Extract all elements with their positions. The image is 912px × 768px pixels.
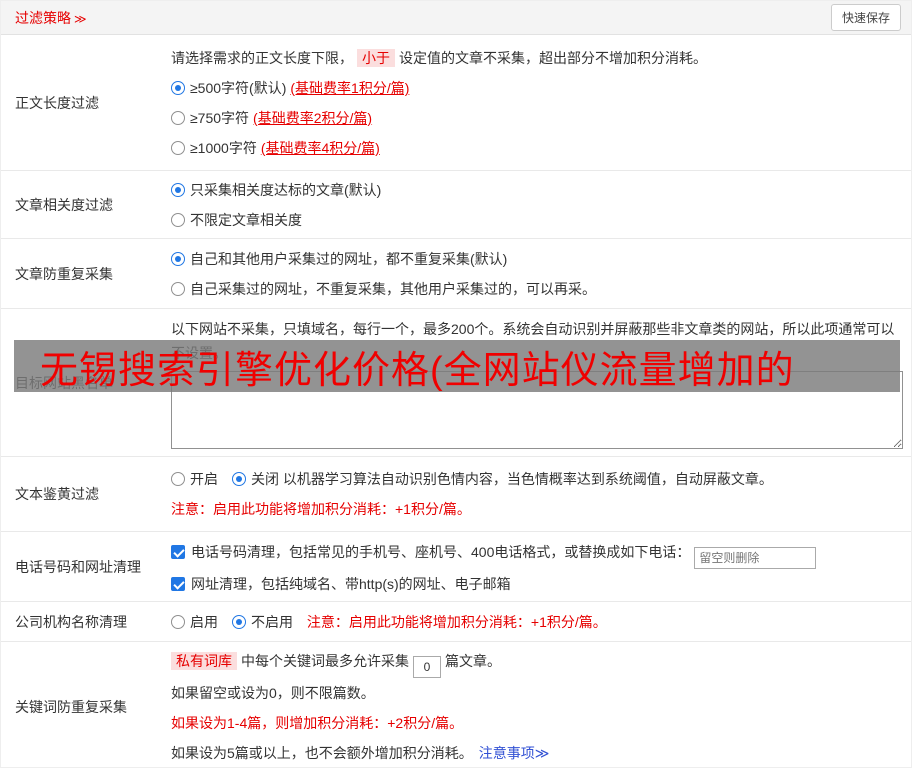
rate-note-500: (基础费率1积分/篇) [290,80,410,96]
radio-label-porn-off[interactable]: 关闭 [251,471,279,487]
body-length-intro: 请选择需求的正文长度下限， 小于 设定值的文章不采集，超出部分不增加积分消耗。 [171,43,903,73]
radio-icon-500[interactable] [171,81,185,95]
quick-save-button[interactable]: 快速保存 [830,4,901,31]
company-cleanup-options: 启用 不启用 注意：启用此功能将增加积分消耗：+1积分/篇。 [171,607,903,637]
keyword-dedup-label: 关键词防重复采集 [15,698,127,715]
radio-icon-company-off[interactable] [232,615,246,629]
keyword-limit-input[interactable] [413,656,441,678]
row-body-length-filter: 正文长度过滤 请选择需求的正文长度下限， 小于 设定值的文章不采集，超出部分不增加积… [1,35,911,171]
phone-url-label: 电话号码和网址清理 [15,558,141,575]
radio-option-750[interactable]: ≥750字符 (基础费率2积分/篇) [171,103,903,133]
keyword-note-unlimited: 如果留空或设为0，则不限篇数。 [171,685,375,701]
less-than-chip: 小于 [357,49,395,67]
relevance-label: 文章相关度过滤 [15,196,113,213]
rate-note-1000: (基础费率4积分/篇) [260,140,380,156]
radio-label-750[interactable]: ≥750字符 [190,110,249,126]
rate-note-750: (基础费率2积分/篇) [253,110,373,126]
url-cleanup-option[interactable]: 网址清理，包括纯域名、带http(s)的网址、电子邮箱 [171,569,903,599]
replacement-phone-input[interactable] [694,547,817,569]
porn-filter-options: 开启 关闭 以机器学习算法自动识别色情内容，当色情概率达到系统阈值，自动屏蔽文章。 [171,464,903,494]
checkbox-label-phone-cleanup[interactable]: 电话号码清理，包括常见的手机号、座机号、400电话格式，或替换成如下电话： [191,544,690,560]
radio-icon-dedup-self[interactable] [171,282,185,296]
keyword-limit-line: 私有词库中每个关键词最多允许采集 篇文章。 [171,646,903,678]
page-title: 过滤策略 [15,9,71,26]
row-relevance-filter: 文章相关度过滤 只采集相关度达标的文章(默认) 不限定文章相关度 [1,171,911,239]
company-cleanup-warning: 注意：启用此功能将增加积分消耗：+1积分/篇。 [306,614,607,630]
keyword-dedup-content: 私有词库中每个关键词最多允许采集 篇文章。 如果留空或设为0，则不限篇数。 如果设… [171,642,911,767]
porn-filter-warning: 注意：启用此功能将增加积分消耗：+1积分/篇。 [171,501,471,517]
radio-label-relevance-strict[interactable]: 只采集相关度达标的文章(默认) [190,182,381,198]
intro-text-post: 设定值的文章不采集，超出部分不增加积分消耗。 [399,50,707,66]
keyword-note-cost: 如果设为1-4篇，则增加积分消耗：+2积分/篇。 [171,715,464,731]
radio-icon-porn-off[interactable] [232,472,246,486]
keyword-note-five-plus-text: 如果设为5篇或以上，也不会额外增加积分消耗。 [171,745,473,761]
radio-option-1000[interactable]: ≥1000字符 (基础费率4积分/篇) [171,133,903,163]
porn-filter-content: 开启 关闭 以机器学习算法自动识别色情内容，当色情概率达到系统阈值，自动屏蔽文章。… [171,457,911,531]
body-length-content: 请选择需求的正文长度下限， 小于 设定值的文章不采集，超出部分不增加积分消耗。 ≥5… [171,35,911,170]
keyword-limit-unit: 篇文章。 [445,653,501,669]
body-length-label: 正文长度过滤 [15,94,99,111]
keyword-limit-text: 中每个关键词最多允许采集 [241,653,409,669]
checkbox-label-url-cleanup[interactable]: 网址清理，包括纯域名、带http(s)的网址、电子邮箱 [191,576,511,592]
company-cleanup-label: 公司机构名称清理 [15,613,127,630]
chevron-double-icon: ≫ [74,11,87,26]
row-anti-duplicate: 文章防重复采集 自己和其他用户采集过的网址，都不重复采集(默认) 自己采集过的网… [1,239,911,309]
porn-filter-label: 文本鉴黄过滤 [15,486,99,502]
phone-cleanup-option[interactable]: 电话号码清理，包括常见的手机号、座机号、400电话格式，或替换成如下电话： [171,537,903,569]
row-keyword-anti-duplicate: 关键词防重复采集 私有词库中每个关键词最多允许采集 篇文章。 如果留空或设为0，则… [1,642,911,767]
section-title-filter-strategy[interactable]: 过滤策略 ≫ [15,8,87,28]
radio-label-dedup-all[interactable]: 自己和其他用户采集过的网址，都不重复采集(默认) [190,251,507,267]
row-company-name-cleanup: 公司机构名称清理 启用 不启用 注意：启用此功能将增加积分消耗：+1积分/篇。 [1,602,911,642]
radio-icon-relevance-strict[interactable] [171,183,185,197]
ad-watermark-text: 无锡搜索引擎优化价格(全网站仪流量增加的 [40,349,795,392]
filter-strategy-page: 过滤策略 ≫ 快速保存 正文长度过滤 请选择需求的正文长度下限， 小于 设定值的文章不… [0,0,912,768]
radio-option-relevance-strict[interactable]: 只采集相关度达标的文章(默认) [171,175,903,205]
intro-text-pre: 请选择需求的正文长度下限， [171,50,353,66]
dedup-content: 自己和其他用户采集过的网址，都不重复采集(默认) 自己采集过的网址，不重复采集，… [171,239,911,308]
notes-link[interactable]: 注意事项≫ [479,745,550,761]
phone-url-content: 电话号码清理，包括常见的手机号、座机号、400电话格式，或替换成如下电话： 网址… [171,532,911,601]
radio-option-relevance-any[interactable]: 不限定文章相关度 [171,205,903,235]
keyword-note-five-plus: 如果设为5篇或以上，也不会额外增加积分消耗。 注意事项≫ [171,738,903,767]
radio-label-relevance-any[interactable]: 不限定文章相关度 [190,212,302,228]
radio-icon-1000[interactable] [171,141,185,155]
radio-label-porn-on[interactable]: 开启 [190,471,218,487]
relevance-content: 只采集相关度达标的文章(默认) 不限定文章相关度 [171,171,911,238]
row-phone-url-cleanup: 电话号码和网址清理 电话号码清理，包括常见的手机号、座机号、400电话格式，或替… [1,532,911,602]
checkbox-icon-phone-cleanup[interactable] [171,545,185,559]
radio-icon-dedup-all[interactable] [171,252,185,266]
radio-label-1000[interactable]: ≥1000字符 [190,140,257,156]
radio-option-dedup-self[interactable]: 自己采集过的网址，不重复采集，其他用户采集过的，可以再采。 [171,274,903,304]
radio-option-500[interactable]: ≥500字符(默认) (基础费率1积分/篇) [171,73,903,103]
radio-label-500[interactable]: ≥500字符(默认) [190,80,286,96]
dedup-label: 文章防重复采集 [15,265,113,282]
porn-filter-desc: 以机器学习算法自动识别色情内容，当色情概率达到系统阈值，自动屏蔽文章。 [282,471,773,487]
radio-icon-relevance-any[interactable] [171,213,185,227]
radio-icon-750[interactable] [171,111,185,125]
checkbox-icon-url-cleanup[interactable] [171,577,185,591]
radio-label-company-off[interactable]: 不启用 [251,614,293,630]
radio-label-company-on[interactable]: 启用 [190,614,218,630]
company-cleanup-content: 启用 不启用 注意：启用此功能将增加积分消耗：+1积分/篇。 [171,602,911,641]
radio-icon-company-on[interactable] [171,615,185,629]
row-porn-filter: 文本鉴黄过滤 开启 关闭 以机器学习算法自动识别色情内容，当色情概率达到系统阈值，… [1,457,911,532]
radio-label-dedup-self[interactable]: 自己采集过的网址，不重复采集，其他用户采集过的，可以再采。 [190,281,596,297]
radio-icon-porn-on[interactable] [171,472,185,486]
ad-watermark-overlay: 无锡搜索引擎优化价格(全网站仪流量增加的 [14,340,900,392]
radio-option-dedup-all[interactable]: 自己和其他用户采集过的网址，都不重复采集(默认) [171,244,903,274]
private-lexicon-chip: 私有词库 [171,652,237,670]
topbar: 过滤策略 ≫ 快速保存 [1,1,911,35]
